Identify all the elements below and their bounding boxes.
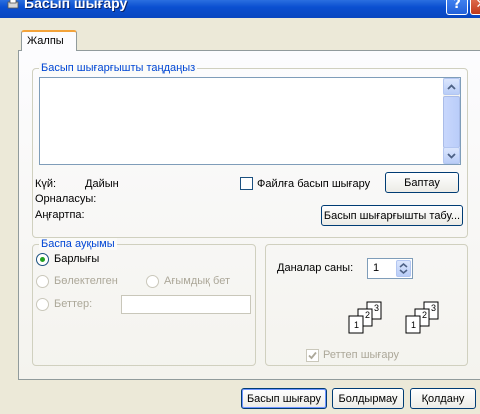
close-button[interactable]: ✕ (470, 0, 480, 15)
collate-stack-2-page-1: 1 (411, 320, 417, 330)
preferences-button[interactable]: Баптау (385, 172, 459, 193)
page-range-group: Баспа ауқымы Барлығы Бөлектелген Ағымдық… (32, 238, 256, 366)
copies-label: Даналар саны: (277, 262, 354, 274)
print-dialog: Басып шығару ? ✕ Жалпы Басып шығарғышты … (0, 0, 480, 414)
collate-stack-1-icon: 3 2 1 (348, 301, 388, 337)
collate-stack-2-page-3: 3 (431, 303, 437, 313)
title-bar[interactable]: Басып шығару ? ✕ (0, 0, 480, 18)
printer-icon (7, 0, 19, 9)
printer-list[interactable] (39, 77, 461, 165)
cancel-button[interactable]: Болдырмау (332, 388, 404, 409)
range-all-label[interactable]: Барлығы (54, 253, 99, 265)
status-label: Күй: (35, 178, 57, 190)
location-label: Орналасуы: (35, 193, 97, 205)
chevron-up-icon (447, 83, 456, 90)
checkmark-icon (308, 351, 317, 360)
print-to-file-checkbox[interactable] (240, 177, 253, 190)
window-title: Басып шығару (24, 0, 128, 11)
print-button[interactable]: Басып шығару (241, 388, 327, 409)
select-printer-group: Басып шығарғышты таңдаңыз Күй: Дайын Орн… (32, 62, 468, 238)
apply-button[interactable]: Қолдану (410, 388, 476, 409)
pages-input[interactable] (121, 295, 251, 314)
page-range-group-label: Баспа ауқымы (39, 238, 117, 250)
copies-spin-buttons[interactable] (396, 260, 411, 277)
find-printer-button[interactable]: Басып шығарғышты табу... (321, 205, 463, 226)
collate-stack-1-page-2: 2 (365, 310, 371, 320)
range-current-page-radio[interactable] (146, 275, 159, 288)
collate-stack-1-page-1: 1 (354, 320, 360, 330)
range-all-radio[interactable] (36, 253, 49, 266)
range-selection-radio[interactable] (36, 275, 49, 288)
tab-panel-general: Басып шығарғышты таңдаңыз Күй: Дайын Орн… (18, 50, 480, 380)
question-icon: ? (453, 0, 461, 12)
printer-list-scrollbar[interactable] (443, 78, 460, 164)
copies-group: Даналар саны: 1 3 2 1 3 2 1 Реттеп шығар… (265, 244, 468, 366)
close-icon: ✕ (476, 0, 480, 12)
collate-label[interactable]: Реттеп шығару (323, 349, 399, 361)
status-value: Дайын (85, 178, 119, 190)
collate-stack-1-page-3: 3 (374, 303, 380, 313)
collate-stack-2-page-2: 2 (422, 310, 428, 320)
select-printer-group-label: Басып шығарғышты таңдаңыз (39, 62, 198, 74)
scroll-down-button[interactable] (443, 147, 460, 164)
tab-general[interactable]: Жалпы (21, 30, 77, 51)
radio-selected-dot (40, 257, 45, 262)
collate-stack-2-icon: 3 2 1 (405, 301, 445, 337)
spin-arrows-icon (399, 262, 408, 275)
chevron-down-icon (447, 152, 456, 159)
copies-value: 1 (373, 262, 380, 274)
range-pages-radio[interactable] (36, 298, 49, 311)
scroll-up-button[interactable] (443, 78, 460, 95)
range-current-page-label[interactable]: Ағымдық бет (164, 275, 230, 287)
comment-label: Аңғартпа: (35, 209, 85, 221)
copies-stepper[interactable]: 1 (367, 258, 413, 279)
range-selection-label[interactable]: Бөлектелген (54, 275, 118, 287)
range-pages-label[interactable]: Беттер: (54, 298, 92, 310)
collate-checkbox[interactable] (306, 349, 319, 362)
scroll-thumb[interactable] (443, 96, 460, 148)
help-button[interactable]: ? (446, 0, 468, 15)
print-to-file-label[interactable]: Файлға басып шығару (257, 178, 370, 190)
